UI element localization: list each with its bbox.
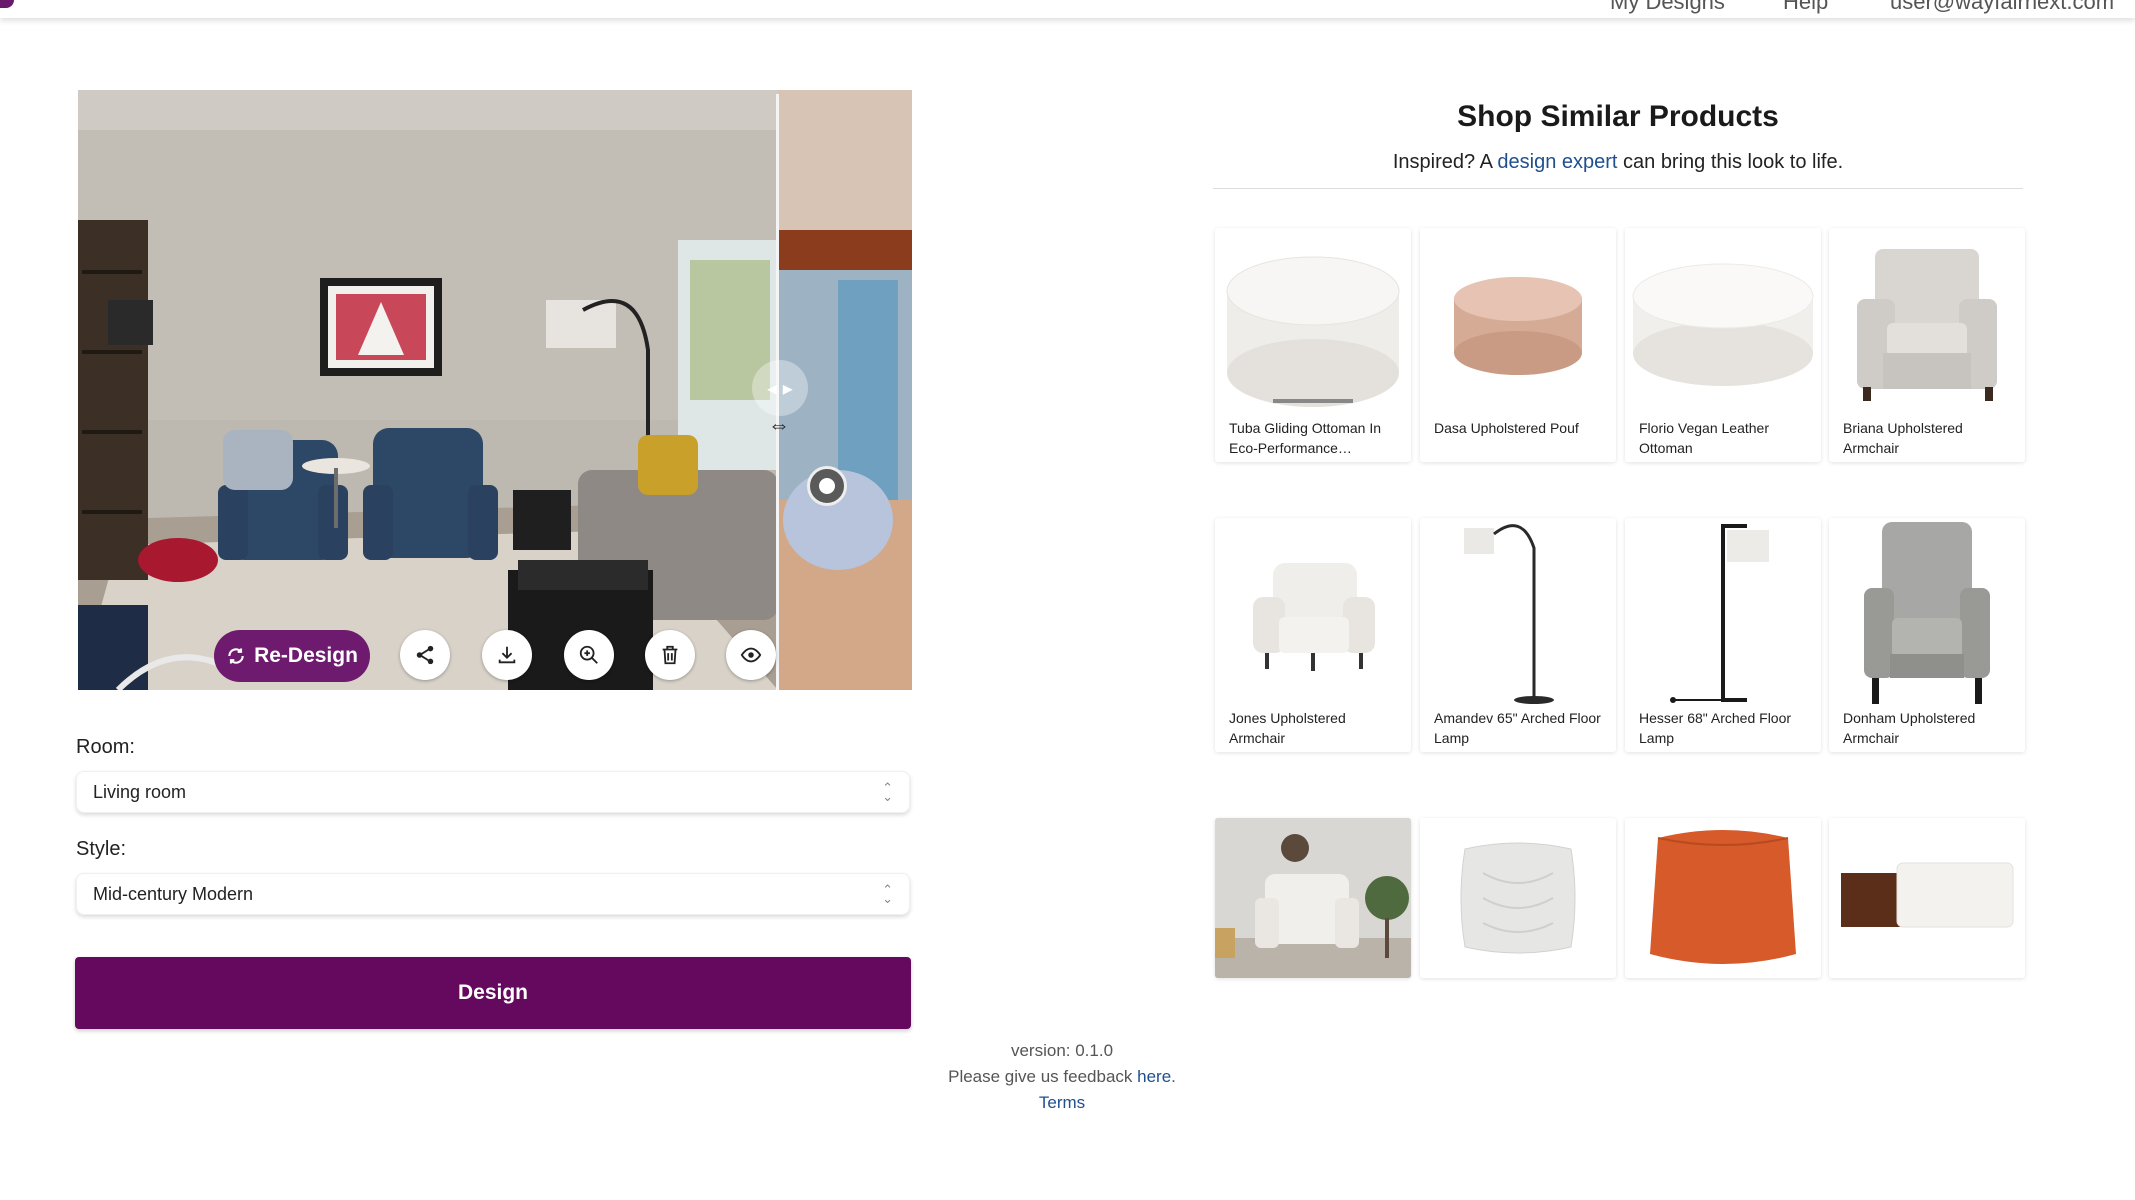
product-card[interactable] xyxy=(1420,818,1616,978)
product-card[interactable]: Dasa Upholstered Pouf xyxy=(1420,228,1616,462)
product-card[interactable]: Donham Upholstered Armchair xyxy=(1829,518,2025,752)
product-image xyxy=(1215,818,1411,978)
share-icon xyxy=(416,645,434,665)
select-chevron-icon: ⌃ ⌄ xyxy=(882,882,893,906)
armchair-icon xyxy=(1864,522,1990,704)
product-name: Amandev 65" Arched Floor Lamp xyxy=(1434,710,1601,746)
arched-lamp-icon xyxy=(1464,524,1554,704)
nav-my-designs[interactable]: My Designs xyxy=(1610,0,1725,15)
download-button[interactable] xyxy=(482,630,532,680)
shop-sub-suffix: can bring this look to life. xyxy=(1617,151,1844,173)
product-image xyxy=(1215,518,1411,708)
trash-icon xyxy=(662,645,678,665)
floor-lamp-icon xyxy=(1670,524,1769,703)
design-button[interactable]: Design xyxy=(75,957,911,1029)
product-card[interactable]: Briana Upholstered Armchair xyxy=(1829,228,2025,462)
product-card[interactable]: Jones Upholstered Armchair xyxy=(1215,518,1411,752)
select-chevron-icon: ⌃ ⌄ xyxy=(882,780,893,804)
product-image xyxy=(1215,228,1411,418)
redesign-label: Re-Design xyxy=(254,644,358,667)
refresh-icon xyxy=(228,648,244,664)
room-select[interactable]: Living room ⌃ ⌄ xyxy=(76,771,910,813)
share-button[interactable] xyxy=(400,630,450,680)
armchair-icon xyxy=(1253,563,1375,671)
feedback-link[interactable]: here xyxy=(1137,1067,1171,1086)
style-select[interactable]: Mid-century Modern ⌃ ⌄ xyxy=(76,873,910,915)
version-text: version: 0.1.0 xyxy=(1010,1041,1114,1060)
product-name: Tuba Gliding Ottoman In Eco-Performance… xyxy=(1229,420,1382,456)
shop-sub-prefix: Inspired? A xyxy=(1392,151,1498,173)
product-name: Dasa Upholstered Pouf xyxy=(1434,420,1579,436)
product-card[interactable] xyxy=(1625,818,1821,978)
room-select-value: Living room xyxy=(93,781,187,802)
feedback-text: Please give us feedback here. xyxy=(880,1064,1244,1090)
product-card[interactable]: Tuba Gliding Ottoman In Eco-Performance… xyxy=(1215,228,1411,462)
product-image xyxy=(1829,518,2025,708)
nav-user-account[interactable]: user@wayfairnext.com xyxy=(1890,0,2114,15)
zoom-button[interactable] xyxy=(564,630,614,680)
shop-title: Shop Similar Products xyxy=(1457,100,1779,133)
divider xyxy=(1213,188,2023,189)
redesign-button[interactable]: Re-Design xyxy=(214,630,370,682)
product-image xyxy=(1625,518,1821,708)
product-image xyxy=(1420,518,1616,708)
feedback-suffix: . xyxy=(1171,1067,1176,1086)
feedback-prefix: Please give us feedback xyxy=(948,1067,1138,1086)
product-image xyxy=(1625,228,1821,418)
resize-cursor-icon: ⇔ xyxy=(768,412,790,437)
eye-icon xyxy=(740,647,762,663)
footer: version: 0.1.0 Please give us feedback h… xyxy=(880,1038,1244,1116)
product-name: Briana Upholstered Armchair xyxy=(1843,420,1963,456)
zoom-icon xyxy=(579,645,598,664)
ottoman-icon xyxy=(1632,263,1814,386)
product-name: Hesser 68" Arched Floor Lamp xyxy=(1639,710,1792,746)
product-card[interactable]: Florio Vegan Leather Ottoman xyxy=(1625,228,1821,462)
product-card[interactable] xyxy=(1829,818,2025,978)
brand-logo-icon[interactable] xyxy=(0,0,14,8)
room-label: Room: xyxy=(76,736,135,758)
product-image xyxy=(1420,818,1616,978)
product-name: Florio Vegan Leather Ottoman xyxy=(1639,420,1769,456)
product-card[interactable] xyxy=(1215,818,1411,978)
product-name: Jones Upholstered Armchair xyxy=(1229,710,1346,746)
product-card[interactable]: Hesser 68" Arched Floor Lamp xyxy=(1625,518,1821,752)
shop-subtitle: Inspired? A design expert can bring this… xyxy=(1213,151,2023,174)
ottoman-icon xyxy=(1226,256,1400,407)
bench-ottoman-icon xyxy=(1841,862,2014,928)
comparison-handle-icon[interactable]: ◂ ▸ xyxy=(752,360,808,416)
nav-help[interactable]: Help xyxy=(1783,0,1828,15)
armchair-room-icon xyxy=(1215,818,1411,978)
product-name: Donham Upholstered Armchair xyxy=(1843,710,1976,746)
design-expert-link[interactable]: design expert xyxy=(1497,151,1617,173)
product-image xyxy=(1625,818,1821,978)
product-image xyxy=(1829,818,2025,978)
pouf-icon xyxy=(1454,277,1582,375)
product-card[interactable]: Amandev 65" Arched Floor Lamp xyxy=(1420,518,1616,752)
delete-button[interactable] xyxy=(645,630,695,680)
product-hotspot[interactable] xyxy=(807,466,847,506)
style-select-value: Mid-century Modern xyxy=(93,883,254,904)
product-image xyxy=(1829,228,2025,418)
terms-link[interactable]: Terms xyxy=(880,1090,1244,1116)
preview-button[interactable] xyxy=(726,630,776,680)
download-icon xyxy=(498,646,516,664)
style-label: Style: xyxy=(76,838,127,860)
cube-pouf-icon xyxy=(1650,830,1796,964)
armchair-icon xyxy=(1857,249,1997,401)
pillow-icon xyxy=(1460,842,1576,954)
product-image xyxy=(1420,228,1616,418)
